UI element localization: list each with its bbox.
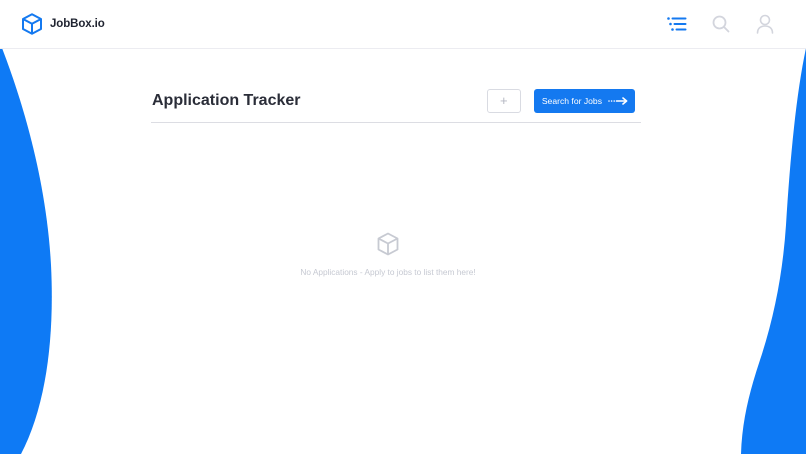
cube-icon — [22, 13, 42, 35]
account-button[interactable] — [754, 13, 776, 35]
page: JobBox.io Application Tracker + Search f… — [0, 0, 806, 454]
background-waves — [0, 48, 806, 454]
arrow-right-icon — [608, 96, 628, 105]
menu-lines-icon — [667, 17, 687, 31]
page-title: Application Tracker — [152, 91, 301, 109]
header-actions: + Search for Jobs — [486, 88, 635, 113]
navbar-actions — [666, 13, 776, 35]
search-button[interactable] — [710, 13, 732, 35]
menu-button[interactable] — [666, 13, 688, 35]
add-application-button[interactable]: + — [486, 88, 521, 113]
search-for-jobs-label: Search for Jobs — [541, 95, 602, 106]
brand-link[interactable]: JobBox.io — [20, 12, 105, 36]
cube-icon — [377, 232, 399, 256]
user-icon — [756, 14, 774, 34]
empty-state: No Applications - Apply to jobs to list … — [0, 231, 776, 277]
search-icon — [712, 15, 730, 33]
top-navbar: JobBox.io — [0, 0, 806, 49]
application-tracker-panel: Application Tracker + Search for Jobs — [151, 79, 641, 123]
empty-state-message: No Applications - Apply to jobs to list … — [300, 267, 476, 277]
search-for-jobs-button[interactable]: Search for Jobs — [533, 88, 635, 113]
brand-name: JobBox.io — [50, 18, 105, 30]
tracker-header: Application Tracker + Search for Jobs — [151, 79, 641, 123]
